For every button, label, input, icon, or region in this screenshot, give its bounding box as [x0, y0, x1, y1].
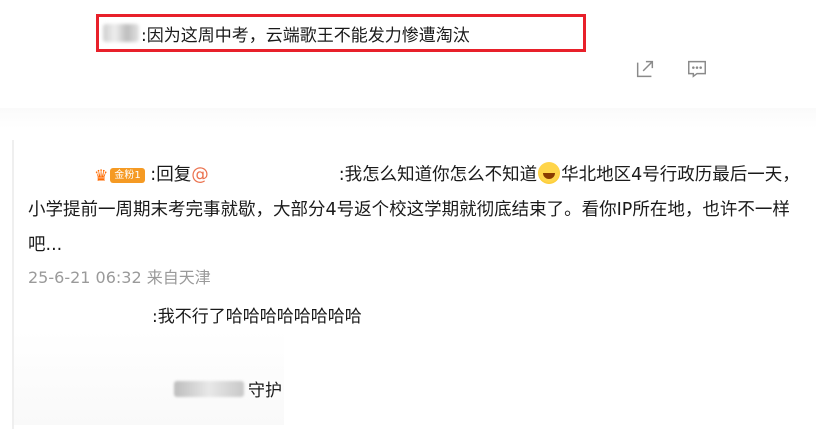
- sub-reply-text: :我不行了哈哈哈哈哈哈哈哈: [152, 307, 362, 327]
- comment-actions: [634, 58, 708, 80]
- highlighted-comment: :因为这周中考，云端歌王不能发力惨遭淘汰: [96, 14, 586, 52]
- reply-item: ♛ 金粉1 :回复@:我怎么知道你怎么不知道 华北地区4号行政历最后一天，小学提前一…: [12, 140, 816, 429]
- reply-text-part1: :我怎么知道你怎么不知道: [338, 165, 538, 185]
- comment-icon[interactable]: [686, 58, 708, 80]
- reply-body: ♛ 金粉1 :回复@:我怎么知道你怎么不知道 华北地区4号行政历最后一天，小学提前一…: [28, 158, 808, 263]
- reply-timestamp: 25-6-21 06:32 来自天津: [28, 268, 211, 287]
- fan-crown-icon: ♛: [94, 166, 109, 185]
- fan-badge: 金粉1: [110, 168, 145, 183]
- comment-thread: :因为这周中考，云端歌王不能发力惨遭淘汰 ♛ 金粉1 :回复@ :我怎么知道你怎么不…: [0, 0, 816, 429]
- divider-band: [0, 108, 816, 128]
- comment-text: :因为这周中考，云端歌王不能发力惨遭淘汰: [141, 25, 470, 46]
- blurred-guard-user: [174, 380, 244, 397]
- blurred-username: [103, 24, 139, 42]
- reply-prefix: :回复: [150, 165, 192, 185]
- share-icon[interactable]: [634, 58, 656, 80]
- mention-link[interactable]: @: [191, 165, 209, 185]
- guard-row: 守护: [174, 376, 282, 401]
- laughing-emoji-icon: [538, 162, 561, 184]
- guard-label: 守护: [248, 381, 282, 401]
